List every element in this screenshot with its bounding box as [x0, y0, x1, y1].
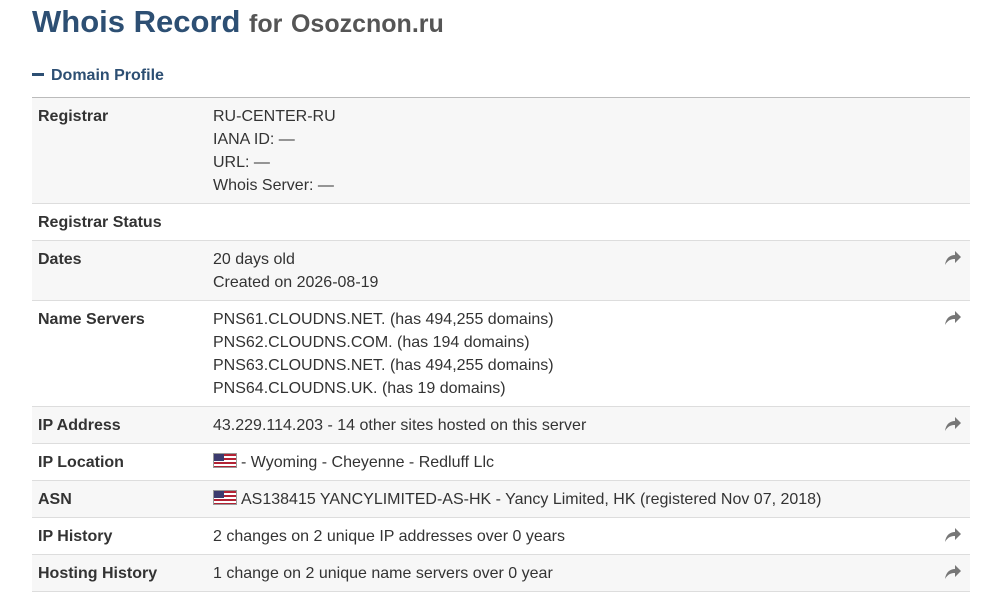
- share-arrow-icon[interactable]: [944, 250, 962, 266]
- ip-location-value: - Wyoming - Cheyenne - Redluff Llc: [241, 454, 494, 471]
- row-label: IP Address: [38, 417, 121, 434]
- share-arrow-icon[interactable]: [944, 527, 962, 543]
- share-arrow-icon[interactable]: [944, 310, 962, 326]
- row-value: AS138415 YANCYLIMITED-AS-HK - Yancy Limi…: [213, 488, 970, 511]
- row-hosting-history: Hosting History 1 change on 2 unique nam…: [32, 555, 970, 592]
- row-value: 2 changes on 2 unique IP addresses over …: [213, 525, 970, 548]
- name-server-item: PNS64.CLOUDNS.UK. (has 19 domains): [213, 380, 506, 397]
- row-registrar-status: Registrar Status: [32, 204, 970, 241]
- registrar-name: RU-CENTER-RU: [213, 108, 336, 125]
- row-label: Hosting History: [38, 565, 158, 582]
- us-flag-icon: [213, 453, 237, 468]
- hosting-history-value: 1 change on 2 unique name servers over 0…: [213, 565, 553, 582]
- row-value: 20 days old Created on 2026-08-19: [213, 248, 970, 294]
- name-server-item: PNS61.CLOUDNS.NET. (has 494,255 domains): [213, 311, 554, 328]
- row-label: IP Location: [38, 454, 124, 471]
- row-dates: Dates 20 days old Created on 2026-08-19: [32, 241, 970, 301]
- registrar-whois-server: Whois Server: —: [213, 177, 334, 194]
- us-flag-icon: [213, 490, 237, 505]
- minus-icon: [32, 73, 44, 77]
- row-label: IP History: [38, 528, 113, 545]
- row-ip-address: IP Address 43.229.114.203 - 14 other sit…: [32, 407, 970, 444]
- row-label: Registrar Status: [38, 214, 162, 231]
- asn-line: AS138415 YANCYLIMITED-AS-HK - Yancy Limi…: [213, 488, 970, 511]
- row-label: Dates: [38, 251, 82, 268]
- registrar-url: URL: —: [213, 154, 270, 171]
- ip-history-value: 2 changes on 2 unique IP addresses over …: [213, 528, 565, 545]
- registrar-iana-id: IANA ID: —: [213, 131, 295, 148]
- share-arrow-icon[interactable]: [944, 564, 962, 580]
- row-value: 1 change on 2 unique name servers over 0…: [213, 562, 970, 585]
- ip-address-value: 43.229.114.203 - 14 other sites hosted o…: [213, 417, 587, 434]
- domain-profile-toggle[interactable]: Domain Profile: [32, 67, 164, 85]
- whois-page: Whois Record for Osozcnon.ru Domain Prof…: [0, 0, 994, 599]
- row-value: PNS61.CLOUDNS.NET. (has 494,255 domains)…: [213, 308, 970, 400]
- row-label: Registrar: [38, 108, 109, 125]
- row-value: RU-CENTER-RU IANA ID: — URL: — Whois Ser…: [213, 105, 970, 197]
- row-ip-location: IP Location - Wyoming - Cheyenne - Redlu…: [32, 444, 970, 481]
- title-for: for: [249, 10, 283, 38]
- row-label: ASN: [38, 491, 72, 508]
- row-asn: ASN AS138415 YANCYLIMITED-AS-HK - Yancy …: [32, 481, 970, 518]
- row-label: Name Servers: [38, 311, 145, 328]
- domain-age: 20 days old: [213, 251, 295, 268]
- title-main: Whois Record: [32, 4, 241, 39]
- page-title: Whois Record for Osozcnon.ru: [32, 4, 444, 40]
- row-ip-history: IP History 2 changes on 2 unique IP addr…: [32, 518, 970, 555]
- section-title: Domain Profile: [51, 67, 164, 84]
- row-name-servers: Name Servers PNS61.CLOUDNS.NET. (has 494…: [32, 301, 970, 407]
- ip-location-line: - Wyoming - Cheyenne - Redluff Llc: [213, 451, 970, 474]
- title-domain: Osozcnon.ru: [290, 10, 444, 38]
- row-value: [213, 211, 970, 234]
- domain-profile-table: Registrar RU-CENTER-RU IANA ID: — URL: —…: [32, 97, 970, 592]
- row-registrar: Registrar RU-CENTER-RU IANA ID: — URL: —…: [32, 98, 970, 204]
- asn-value: AS138415 YANCYLIMITED-AS-HK - Yancy Limi…: [241, 491, 822, 508]
- name-server-item: PNS63.CLOUDNS.NET. (has 494,255 domains): [213, 357, 554, 374]
- share-arrow-icon[interactable]: [944, 416, 962, 432]
- name-server-item: PNS62.CLOUDNS.COM. (has 194 domains): [213, 334, 530, 351]
- created-date: Created on 2026-08-19: [213, 274, 379, 291]
- row-value: - Wyoming - Cheyenne - Redluff Llc: [213, 451, 970, 474]
- row-value: 43.229.114.203 - 14 other sites hosted o…: [213, 414, 970, 437]
